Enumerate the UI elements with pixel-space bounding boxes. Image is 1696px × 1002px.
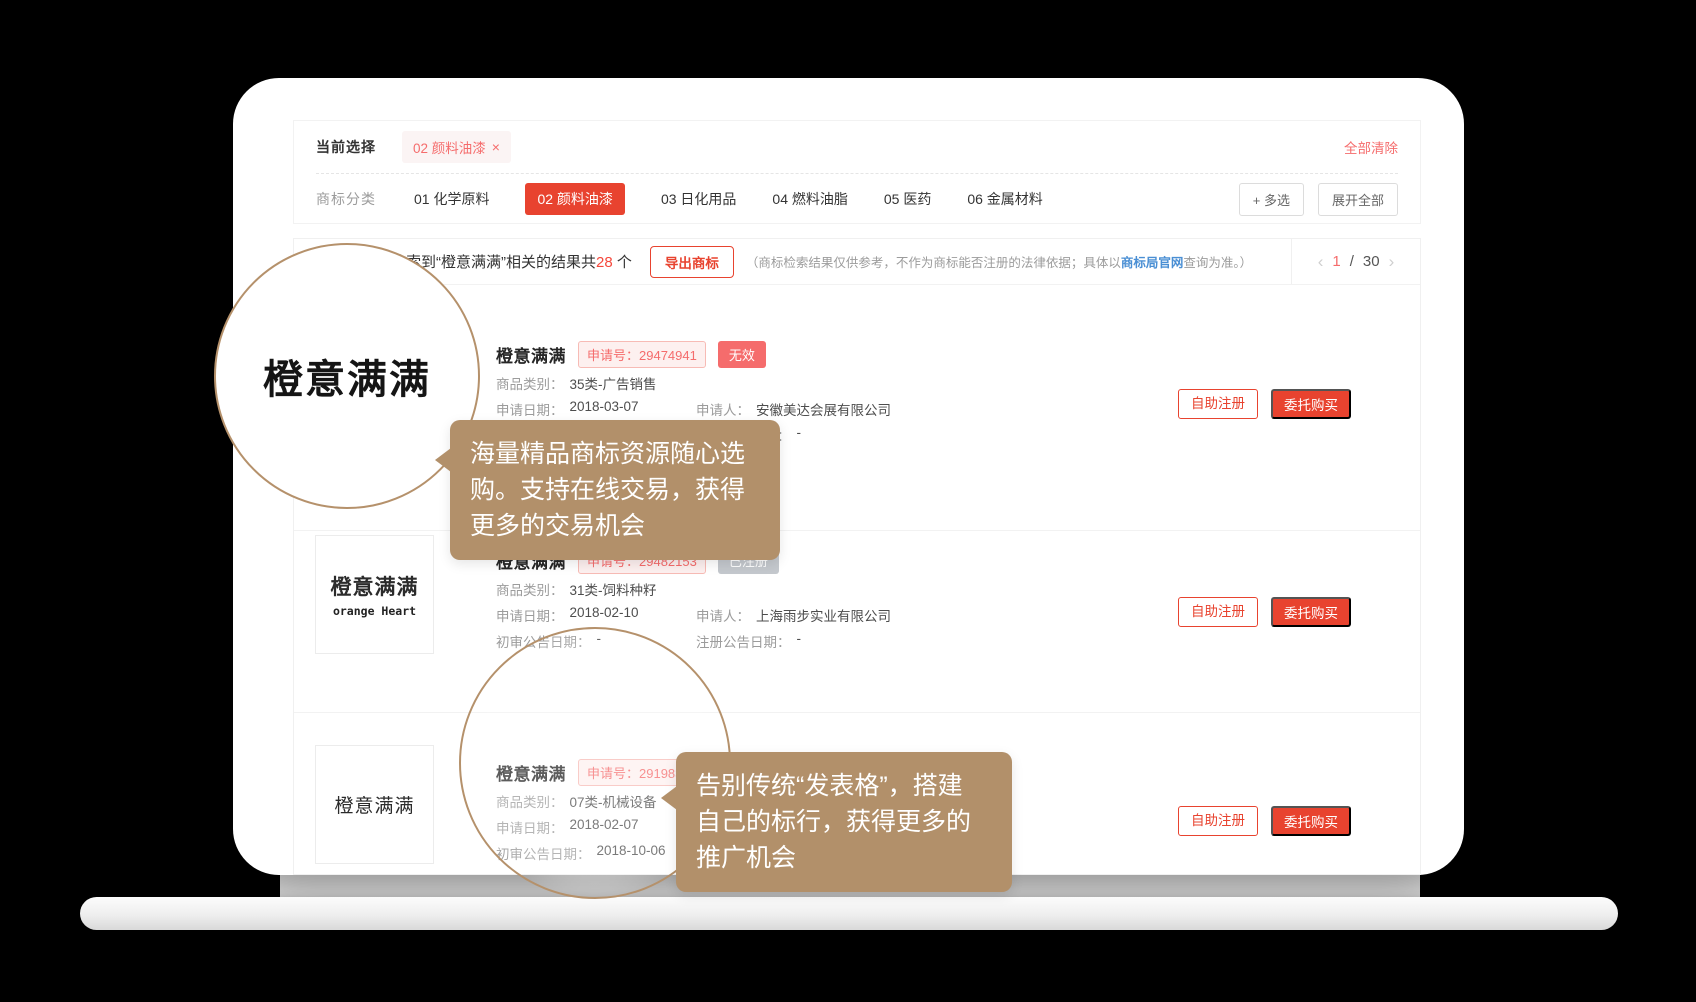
first-notice-value: 2018-10-06 bbox=[597, 843, 666, 863]
category-field-label: 商品类别： bbox=[496, 791, 564, 811]
trademark-name: 橙意满满 bbox=[496, 342, 566, 367]
current-page: 1 bbox=[1332, 253, 1340, 270]
category-row: 商标分类 01 化学原料 02 颜料油漆 03 日化用品 04 燃料油脂 05 … bbox=[294, 174, 1420, 224]
first-notice-label: 初审公告日期： bbox=[496, 843, 591, 863]
selected-filter-tag[interactable]: 02 颜料油漆 × bbox=[402, 131, 511, 163]
entrust-buy-button[interactable]: 委托购买 bbox=[1271, 389, 1351, 419]
applicant-label: 申请人： bbox=[696, 399, 750, 419]
disclaimer-prefix: （商标检索结果仅供参考，不作为商标能否注册的法律依据；具体以 bbox=[746, 256, 1121, 270]
category-item-04[interactable]: 04 燃料油脂 bbox=[772, 189, 847, 209]
results-header: 当前分类下检索到“橙意满满”相关的结果共28 个 导出商标 （商标检索结果仅供参… bbox=[294, 239, 1420, 285]
first-notice-value: - bbox=[597, 631, 602, 651]
selected-filter-tag-label: 02 颜料油漆 bbox=[413, 137, 486, 157]
prev-page-icon[interactable]: ‹ bbox=[1318, 252, 1324, 272]
self-register-button[interactable]: 自助注册 bbox=[1178, 597, 1258, 627]
apply-date-label: 申请日期： bbox=[496, 605, 564, 625]
category-item-02-active[interactable]: 02 颜料油漆 bbox=[525, 183, 624, 215]
apply-date-value: 2018-02-10 bbox=[570, 605, 639, 625]
self-register-button[interactable]: 自助注册 bbox=[1178, 806, 1258, 836]
trademark-image-subtext: orange Heart bbox=[333, 604, 416, 618]
applicant-value: 上海雨步实业有限公司 bbox=[756, 605, 891, 625]
expand-all-button[interactable]: 展开全部 bbox=[1318, 183, 1398, 216]
category-field-value: 35类-广告销售 bbox=[570, 373, 657, 393]
applicant-value: 安徽美达会展有限公司 bbox=[756, 399, 891, 419]
reg-notice-value: - bbox=[797, 425, 802, 445]
callout-line: 更多的交易机会 bbox=[470, 508, 760, 544]
category-item-06[interactable]: 06 金属材料 bbox=[967, 189, 1042, 209]
self-register-button[interactable]: 自助注册 bbox=[1178, 389, 1258, 419]
apply-date-label: 申请日期： bbox=[496, 817, 564, 837]
multi-select-button[interactable]: + 多选 bbox=[1239, 183, 1304, 216]
total-pages: 30 bbox=[1363, 253, 1380, 270]
reg-notice-label: 注册公告日期： bbox=[696, 631, 791, 651]
category-item-05[interactable]: 05 医药 bbox=[884, 189, 931, 209]
category-field-value: 07类-机械设备 bbox=[570, 791, 657, 811]
status-badge: 无效 bbox=[718, 341, 766, 368]
application-number-badge: 申请号：29474941 bbox=[578, 341, 706, 368]
callout-line: 推广机会 bbox=[696, 840, 992, 876]
apply-date-label: 申请日期： bbox=[496, 399, 564, 419]
category-item-03[interactable]: 03 日化用品 bbox=[661, 189, 736, 209]
row-actions: 自助注册 委托购买 bbox=[1178, 597, 1351, 627]
applicant-label: 申请人： bbox=[696, 605, 750, 625]
trademark-office-link[interactable]: 商标局官网 bbox=[1121, 256, 1184, 270]
current-selection-row: 当前选择 02 颜料油漆 × 全部清除 bbox=[294, 121, 1420, 173]
results-count: 28 bbox=[596, 254, 613, 271]
current-selection-label: 当前选择 bbox=[316, 137, 376, 157]
callout-line: 海量精品商标资源随心选 bbox=[470, 436, 760, 472]
filter-buttons: + 多选 展开全部 bbox=[1239, 183, 1398, 216]
trademark-info: 橙意满满 申请号：29198321 商品类别：07类-机械设备 申请日期：201… bbox=[496, 759, 706, 863]
application-number-label: 申请号： bbox=[587, 766, 639, 781]
remove-filter-icon[interactable]: × bbox=[492, 139, 500, 155]
callout-line: 告别传统“发表格”，搭建 bbox=[696, 768, 992, 804]
application-number-value: 29474941 bbox=[639, 348, 697, 363]
category-item-01[interactable]: 01 化学原料 bbox=[414, 189, 489, 209]
category-field-label: 商品类别： bbox=[496, 579, 564, 599]
entrust-buy-button[interactable]: 委托购买 bbox=[1271, 597, 1351, 627]
page-separator: / bbox=[1350, 253, 1354, 270]
disclaimer: （商标检索结果仅供参考，不作为商标能否注册的法律依据；具体以商标局官网查询为准。… bbox=[746, 252, 1252, 271]
disclaimer-suffix: 查询为准。） bbox=[1183, 256, 1252, 270]
pagination: ‹ 1 / 30 › bbox=[1291, 239, 1420, 284]
trademark-image: 橙意满满 orange Heart bbox=[315, 535, 434, 654]
application-number-label: 申请号： bbox=[587, 348, 639, 363]
row-actions: 自助注册 委托购买 bbox=[1178, 806, 1351, 836]
trademark-name: 橙意满满 bbox=[496, 760, 566, 785]
trademark-image: 橙意满满 bbox=[315, 745, 434, 864]
export-trademark-button[interactable]: 导出商标 bbox=[650, 246, 734, 278]
reg-notice-value: - bbox=[797, 631, 802, 651]
callout-line: 购。支持在线交易，获得 bbox=[470, 472, 760, 508]
page: 当前选择 02 颜料油漆 × 全部清除 商标分类 01 化学原料 02 颜料油漆… bbox=[0, 0, 1696, 1002]
callout-line: 自己的标行，获得更多的 bbox=[696, 804, 992, 840]
first-notice-label: 初审公告日期： bbox=[496, 631, 591, 651]
category-field-label: 商品类别： bbox=[496, 373, 564, 393]
apply-date-value: 2018-02-07 bbox=[570, 817, 639, 837]
trademark-info: 橙意满满 申请号：29482153 已注册 商品类别：31类-饲料种籽 申请日期… bbox=[496, 547, 891, 651]
trademark-image-text: 橙意满满 bbox=[331, 571, 419, 601]
callout-bubble-promo: 告别传统“发表格”，搭建 自己的标行，获得更多的 推广机会 bbox=[676, 752, 1012, 892]
category-label: 商标分类 bbox=[316, 189, 376, 209]
device-base bbox=[80, 897, 1618, 930]
row-actions: 自助注册 委托购买 bbox=[1178, 389, 1351, 419]
magnified-trademark-text: 橙意满满 bbox=[263, 347, 431, 405]
category-list: 01 化学原料 02 颜料油漆 03 日化用品 04 燃料油脂 05 医药 06… bbox=[414, 183, 1043, 215]
trademark-image-text: 橙意满满 bbox=[334, 791, 414, 818]
next-page-icon[interactable]: › bbox=[1389, 252, 1395, 272]
apply-date-value: 2018-03-07 bbox=[570, 399, 639, 419]
clear-all-button[interactable]: 全部清除 bbox=[1344, 137, 1398, 157]
filter-panel: 当前选择 02 颜料油漆 × 全部清除 商标分类 01 化学原料 02 颜料油漆… bbox=[293, 120, 1421, 224]
entrust-buy-button[interactable]: 委托购买 bbox=[1271, 806, 1351, 836]
category-field-value: 31类-饲料种籽 bbox=[570, 579, 657, 599]
summary-suffix: 个 bbox=[613, 254, 632, 271]
callout-bubble-trade: 海量精品商标资源随心选 购。支持在线交易，获得 更多的交易机会 bbox=[450, 420, 780, 560]
